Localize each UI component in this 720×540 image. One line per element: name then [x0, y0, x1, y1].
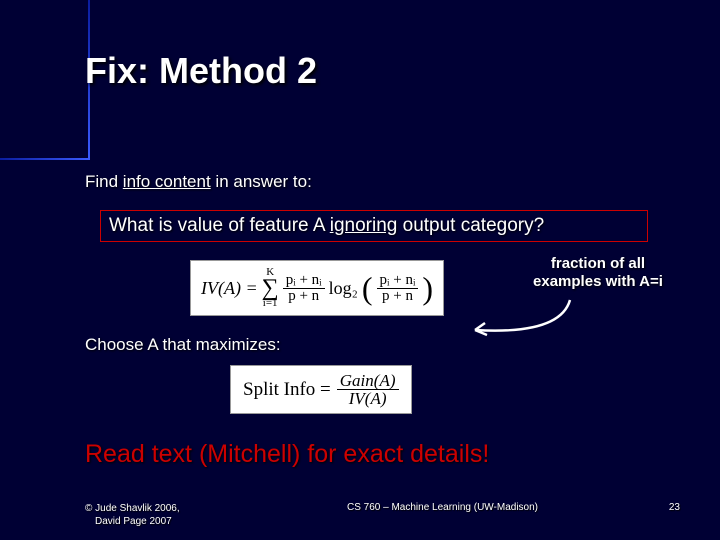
copyright-line2: David Page 2007 — [85, 516, 172, 527]
iv-frac2-num: pᵢ + nᵢ — [377, 273, 419, 289]
footer-copyright: © Jude Shavlik 2006, David Page 2007 — [85, 502, 265, 528]
copyright-line1: © Jude Shavlik 2006, — [85, 503, 180, 514]
intro-line: Find info content in answer to: — [85, 172, 312, 192]
split-info-formula: Split Info = Gain(A) IV(A) — [230, 365, 412, 414]
question-box: What is value of feature A ignoring outp… — [100, 210, 648, 242]
question-post: output category? — [397, 215, 544, 236]
iv-frac1-num: pᵢ + nᵢ — [283, 273, 325, 289]
footer-page-number: 23 — [620, 502, 680, 513]
split-fraction: Gain(A) IV(A) — [337, 372, 399, 407]
iv-lhs: IV(A) = — [201, 278, 258, 299]
iv-fraction-2: pᵢ + nᵢ p + n — [377, 273, 419, 304]
split-lhs: Split Info = — [243, 379, 331, 401]
split-den: IV(A) — [346, 390, 390, 407]
annotation-arrow-icon — [460, 295, 580, 345]
fraction-annotation: fraction of all examples with A=i — [518, 255, 678, 291]
intro-pre: Find — [85, 172, 123, 191]
split-num: Gain(A) — [337, 372, 399, 390]
decoration-line-horizontal — [0, 158, 90, 160]
summation: K ∑ i=1 — [262, 267, 279, 309]
question-pre: What is value of feature A — [109, 215, 330, 236]
sum-bottom: i=1 — [263, 298, 278, 309]
iv-frac1-den: p + n — [285, 289, 322, 304]
read-text-line: Read text (Mitchell) for exact details! — [85, 440, 489, 469]
right-paren: ) — [422, 274, 433, 302]
iv-log: log₂ — [329, 278, 358, 299]
intro-underlined: info content — [123, 172, 211, 191]
intro-post: in answer to: — [211, 172, 312, 191]
choose-line: Choose A that maximizes: — [85, 335, 281, 355]
iv-formula: IV(A) = K ∑ i=1 pᵢ + nᵢ p + n log₂ ( pᵢ … — [190, 260, 444, 316]
footer-course: CS 760 – Machine Learning (UW-Madison) — [265, 502, 620, 513]
slide-footer: © Jude Shavlik 2006, David Page 2007 CS … — [0, 502, 720, 528]
left-paren: ( — [362, 274, 373, 302]
iv-fraction-1: pᵢ + nᵢ p + n — [283, 273, 325, 304]
question-underlined: ignoring — [330, 215, 398, 236]
iv-frac2-den: p + n — [379, 289, 416, 304]
sigma-icon: ∑ — [262, 278, 279, 298]
slide-title: Fix: Method 2 — [85, 50, 317, 92]
